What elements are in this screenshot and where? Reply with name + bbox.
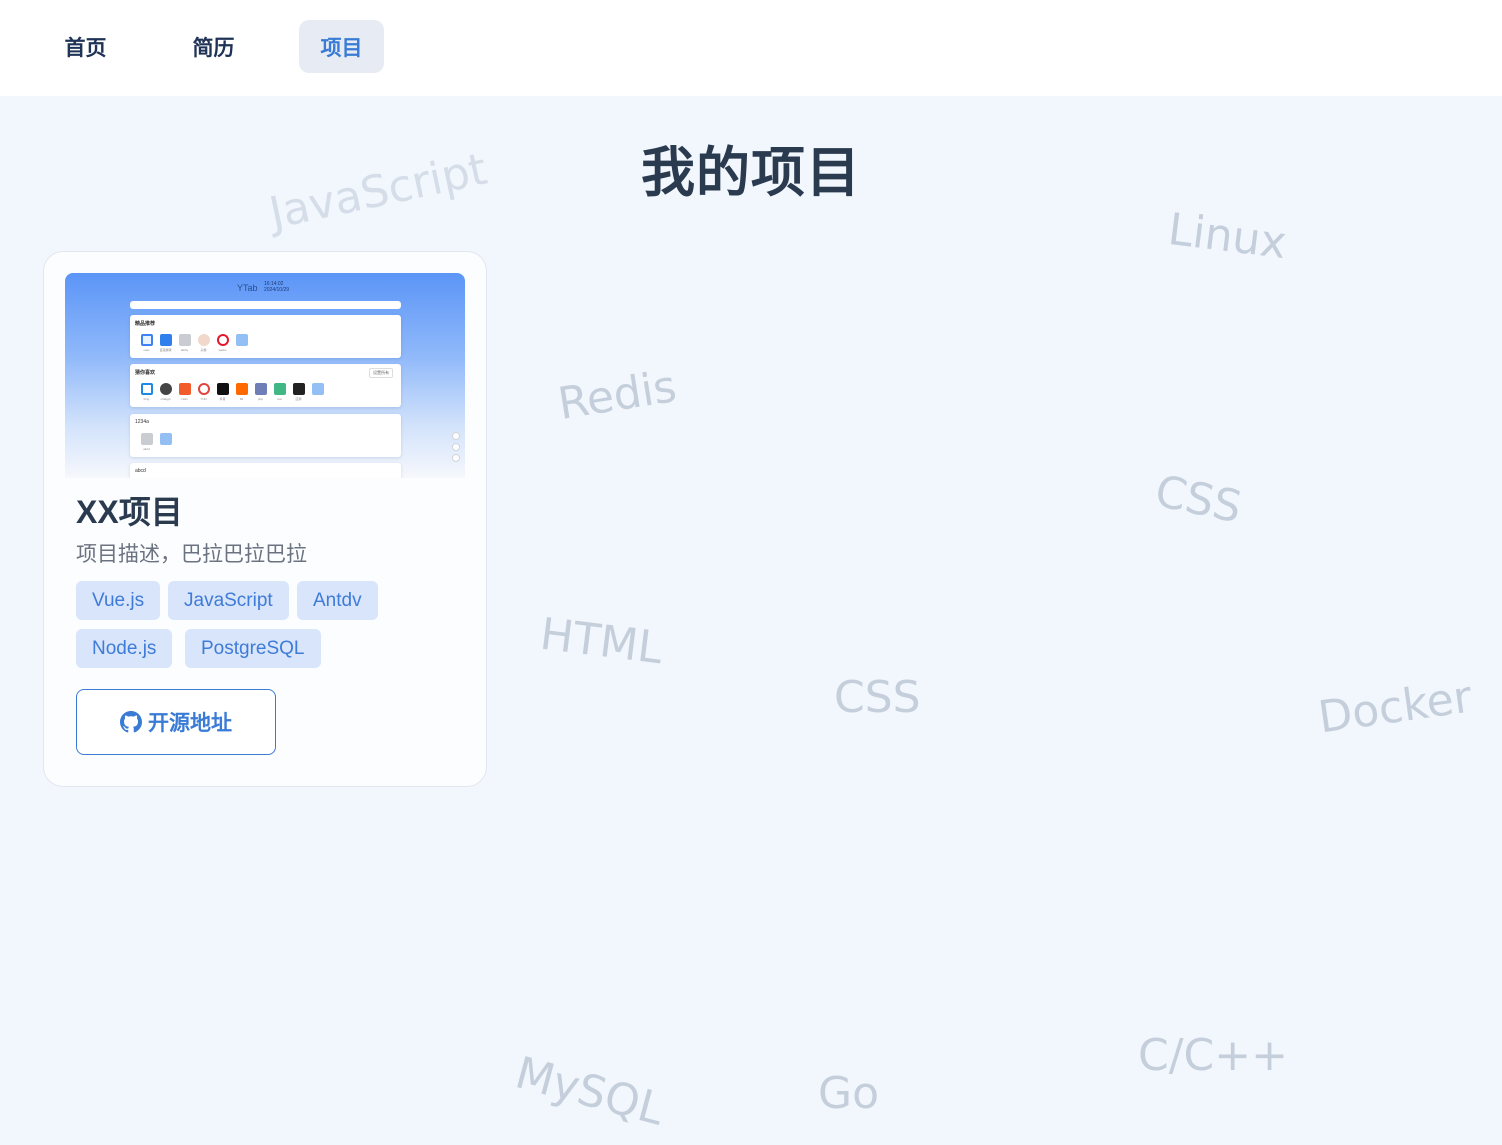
floating-word: Go xyxy=(818,1068,880,1119)
thumbnail-panel: 1234a abcd xyxy=(130,414,401,457)
tech-tag: Antdv xyxy=(297,581,378,620)
tech-tag: PostgreSQL xyxy=(185,629,321,668)
thumbnail-icon-row: abcd xyxy=(137,433,175,451)
page-title: 我的项目 xyxy=(641,143,861,203)
thumbnail-control-dot xyxy=(452,454,460,462)
github-icon xyxy=(120,711,142,733)
thumbnail-side-controls xyxy=(452,432,460,465)
nav-item-projects[interactable]: 项目 xyxy=(299,20,384,73)
nav-item-home[interactable]: 首页 xyxy=(43,20,128,73)
thumbnail-panel-label: 精品推荐 xyxy=(135,321,156,327)
tech-tag: Node.js xyxy=(76,629,173,668)
thumbnail-panel: 猜你喜欢 设置所有 bing chatgpt csdn YUN 抖音 MI ph… xyxy=(130,364,401,407)
thumbnail-panel: abcd xyxy=(130,463,401,478)
floating-word: Redis xyxy=(554,361,680,430)
floating-word: CSS xyxy=(834,672,921,723)
thumbnail-clock: 16:14:02 2024/10/29 xyxy=(264,281,289,293)
floating-word: MySQL xyxy=(510,1047,670,1136)
thumbnail-search-bar xyxy=(130,301,401,309)
thumbnail-control-dot xyxy=(452,432,460,440)
thumbnail-clock-date: 2024/10/29 xyxy=(264,287,290,293)
thumbnail-panel: 精品推荐 vuev 百度翻译 tabby 头像 weibo xyxy=(130,315,401,358)
tech-tag: Vue.js xyxy=(76,581,161,620)
nav-item-resume[interactable]: 简历 xyxy=(171,20,256,73)
project-title: XX项目 xyxy=(76,494,183,530)
thumbnail-icon-row: vuev 百度翻译 tabby 头像 weibo xyxy=(137,334,251,352)
thumbnail-panel-label: abcd xyxy=(135,468,146,474)
thumbnail-panel-label: 猜你喜欢 xyxy=(135,370,156,376)
project-thumbnail[interactable]: YTab 16:14:02 2024/10/29 精品推荐 vuev 百度翻译 … xyxy=(65,273,465,478)
project-card: YTab 16:14:02 2024/10/29 精品推荐 vuev 百度翻译 … xyxy=(43,251,487,787)
tech-tag: JavaScript xyxy=(168,581,289,620)
floating-word: C/C++ xyxy=(1138,1030,1289,1081)
project-description: 项目描述，巴拉巴拉巴拉 xyxy=(76,543,307,566)
thumbnail-panel-label: 1234a xyxy=(135,419,149,425)
floating-word: CSS xyxy=(1150,465,1247,534)
top-nav: 首页 简历 项目 xyxy=(0,0,1502,96)
thumbnail-control-dot xyxy=(452,443,460,451)
thumbnail-icon-row: bing chatgpt csdn YUN 抖音 MI php vue 应用 xyxy=(137,383,327,401)
floating-word: Linux xyxy=(1165,203,1290,270)
floating-word: Docker xyxy=(1315,671,1475,744)
thumbnail-app-title: YTab xyxy=(237,283,258,293)
floating-word: HTML xyxy=(537,608,666,675)
thumbnail-panel-tag: 设置所有 xyxy=(369,368,393,378)
open-source-button-label: 开源地址 xyxy=(148,712,232,735)
open-source-button[interactable]: 开源地址 xyxy=(76,689,276,755)
